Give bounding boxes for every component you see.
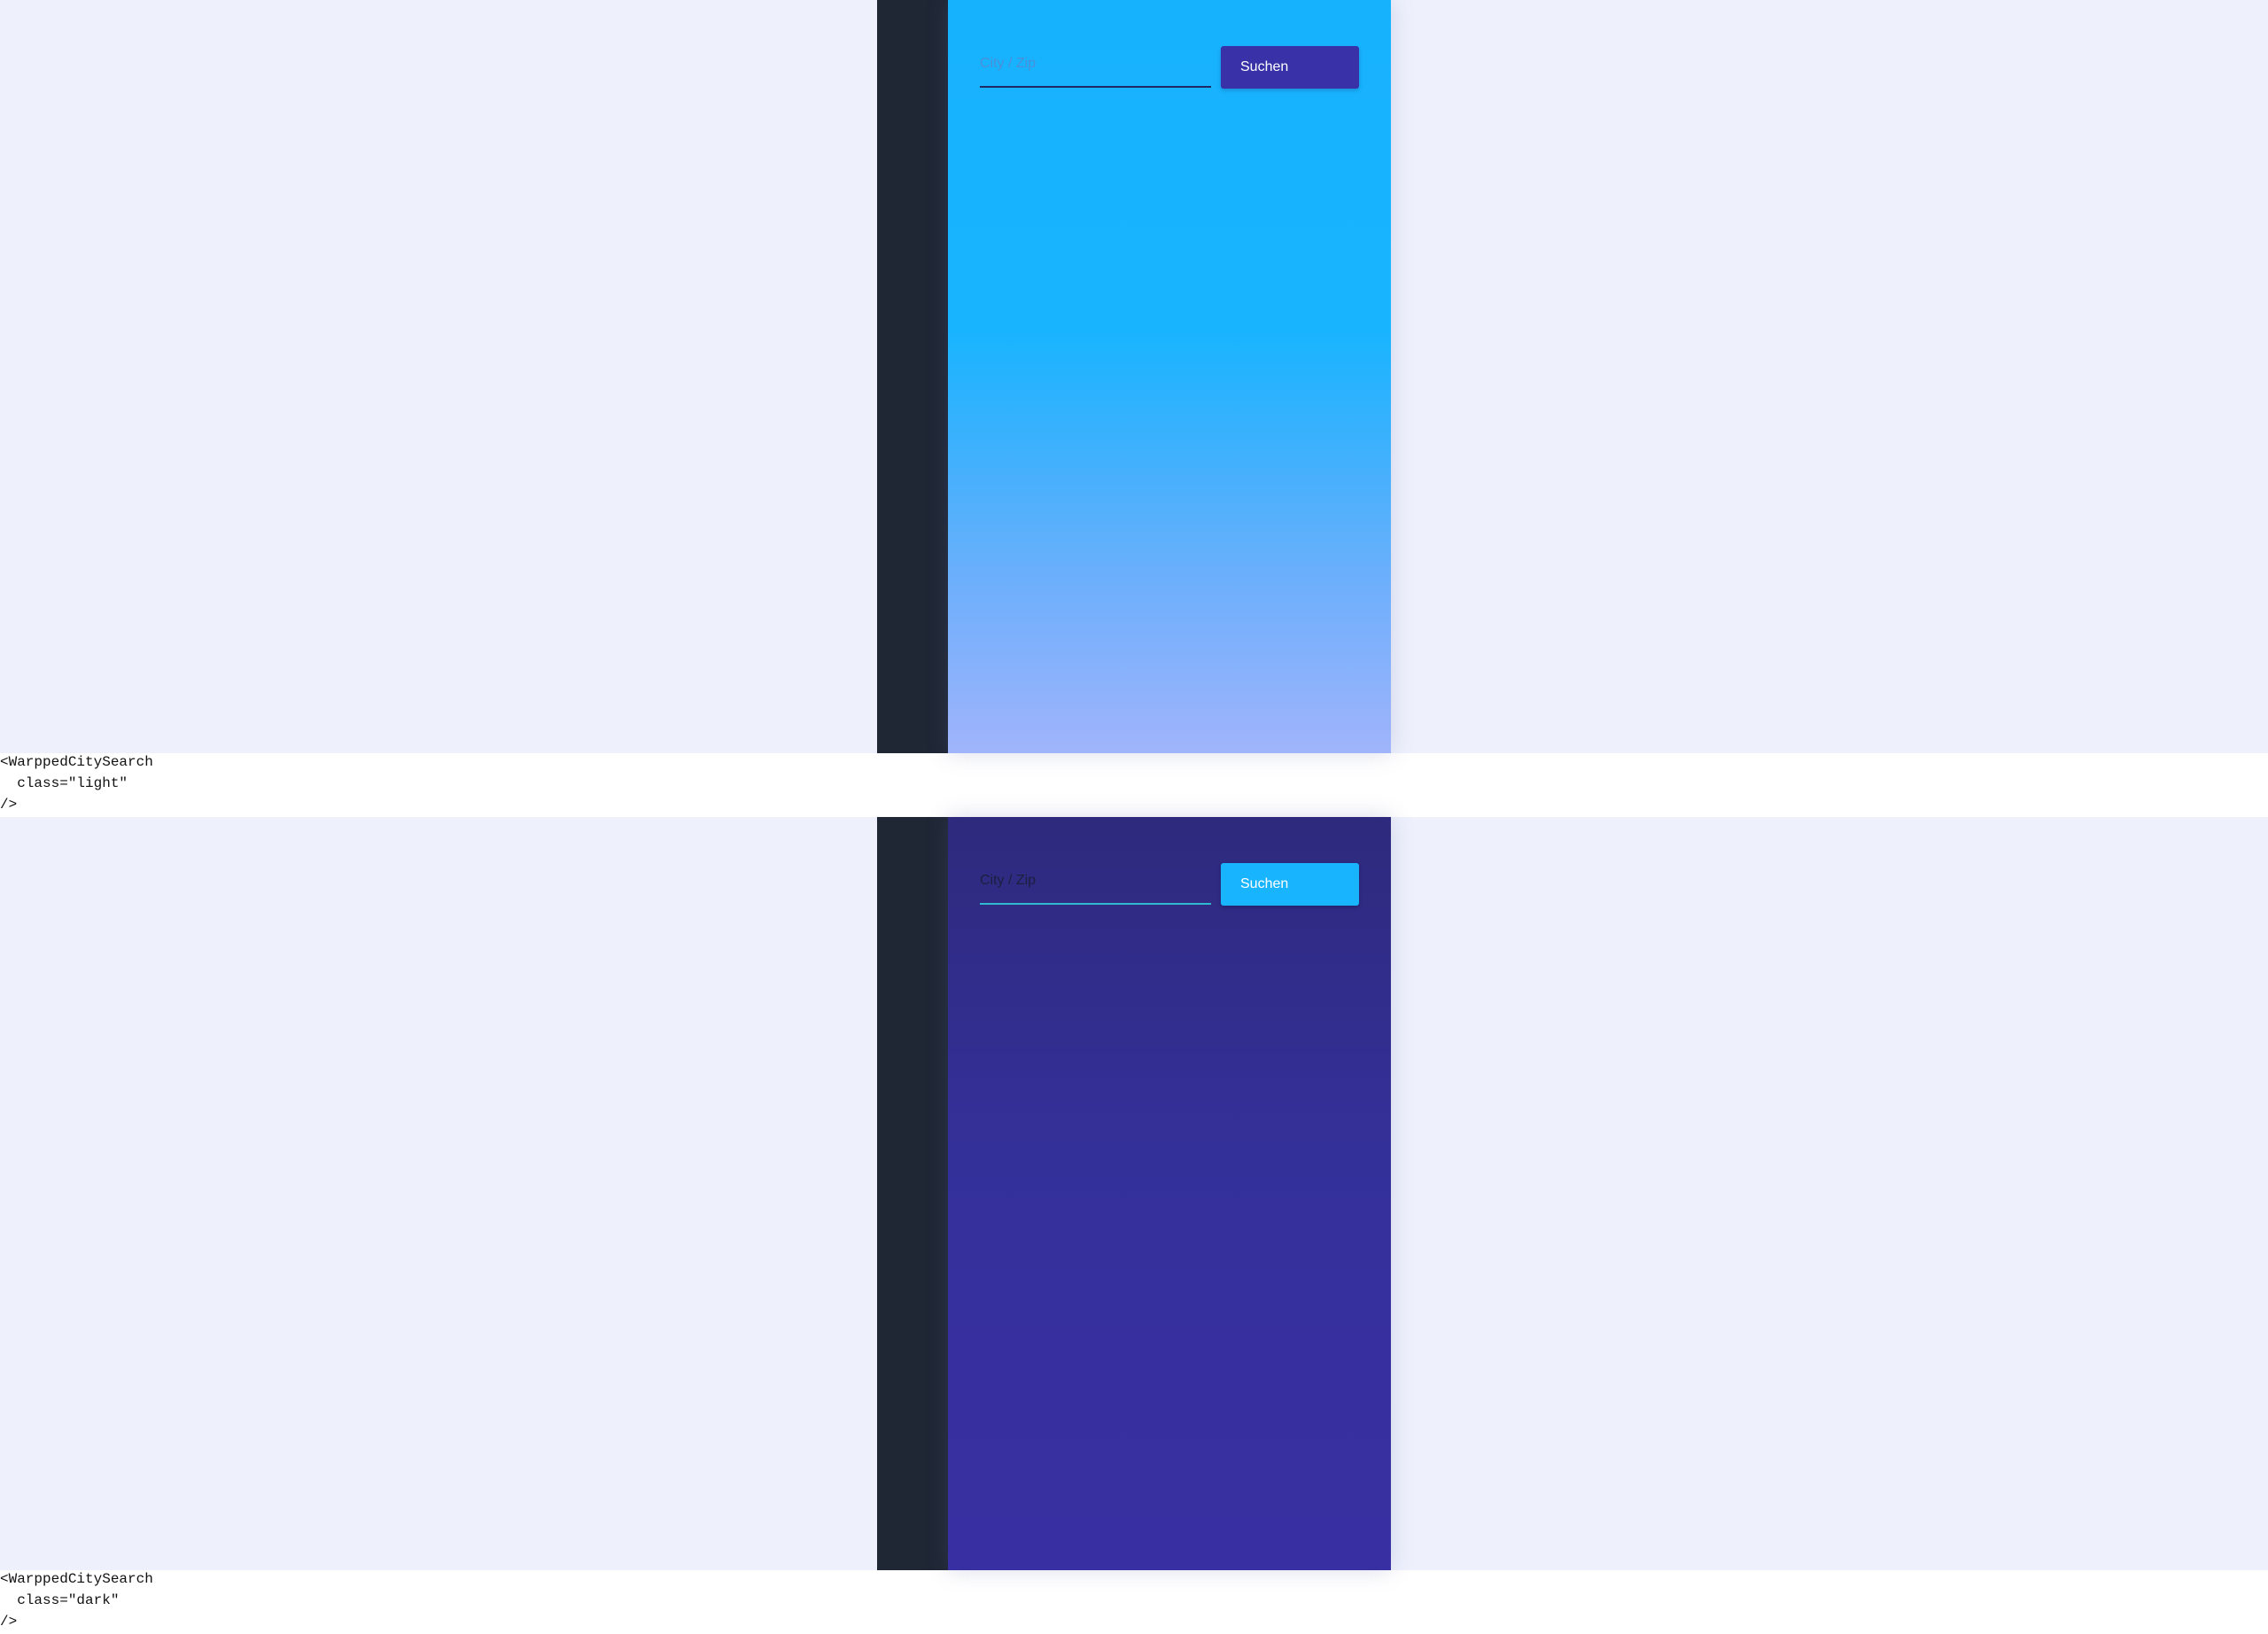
code-line: class="light" [0,775,128,791]
search-button[interactable]: Suchen [1221,46,1359,89]
city-zip-input[interactable] [980,863,1211,905]
sidebar [877,0,948,753]
code-line: /> [0,797,18,813]
city-zip-input[interactable] [980,46,1211,88]
light-preview-canvas: Suchen [0,0,2268,753]
code-snippet-light: <WarppedCitySearch class="light" /> [0,751,153,815]
city-search-panel-dark: Suchen [948,817,1391,1570]
city-search-panel-light: Suchen [948,0,1391,753]
city-search-form: Suchen [980,46,1359,89]
code-line: <WarppedCitySearch [0,754,153,770]
code-line: /> [0,1614,18,1630]
sidebar [877,817,948,1570]
dark-preview-canvas: Suchen [0,817,2268,1570]
search-button[interactable]: Suchen [1221,863,1359,906]
city-search-form: Suchen [980,863,1359,906]
code-line: <WarppedCitySearch [0,1571,153,1587]
code-line: class="dark" [0,1592,120,1608]
code-snippet-dark: <WarppedCitySearch class="dark" /> [0,1568,153,1632]
